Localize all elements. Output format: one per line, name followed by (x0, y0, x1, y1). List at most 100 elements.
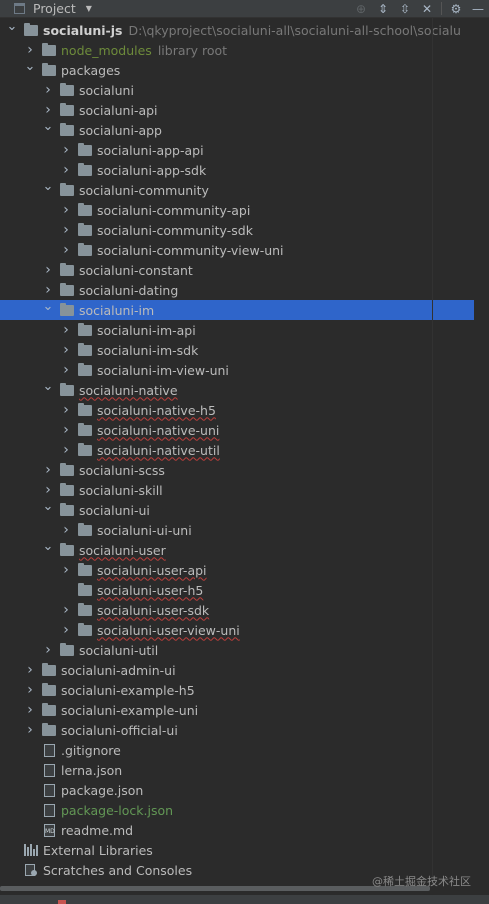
tree-row[interactable]: › socialuni-native-uni (0, 420, 432, 440)
tree-row[interactable]: ⌄ socialuni-community (0, 179, 432, 200)
chevron-right-icon[interactable]: › (60, 362, 72, 378)
tree-row[interactable]: › socialuni-im-view-uni (0, 360, 432, 380)
watermark: @稀土掘金技术社区 (372, 875, 471, 888)
folder-icon (78, 322, 92, 336)
chevron-right-icon[interactable]: › (24, 722, 36, 738)
tree-row[interactable]: › socialuni-app-sdk (0, 160, 432, 180)
tree-row[interactable]: › socialuni-api (0, 100, 432, 120)
tree-row[interactable]: › node_modules library root (0, 40, 432, 60)
chevron-right-icon[interactable]: › (60, 442, 72, 458)
tree-row[interactable]: › socialuni-im-sdk (0, 340, 432, 360)
chevron-down-icon[interactable]: ⌄ (24, 59, 36, 74)
chevron-right-icon[interactable]: › (60, 422, 72, 438)
chevron-right-icon[interactable]: › (60, 402, 72, 418)
chevron-right-icon[interactable]: › (60, 322, 72, 338)
project-window-icon (14, 3, 25, 14)
tree-row[interactable]: › socialuni-native-util (0, 440, 432, 460)
tree-row[interactable]: ›lerna.json (0, 760, 432, 780)
folder-icon (78, 142, 92, 156)
tree-row[interactable]: ⌄ packages (0, 59, 432, 80)
minimize-icon[interactable]: — (467, 0, 489, 17)
tree-row[interactable]: ›package.json (0, 780, 432, 800)
tree-row[interactable]: › socialuni-scss (0, 460, 432, 480)
tree-row[interactable]: › socialuni-admin-ui (0, 660, 432, 680)
header-toolbar: ⊕ ⇕ ⇳ ✕ ⚙ — (350, 0, 489, 17)
chevron-right-icon[interactable]: › (42, 82, 54, 98)
tree-row[interactable]: ›Scratches and Consoles (0, 860, 432, 880)
tree-row[interactable]: ⌄ socialuni-js D:\qkyproject\socialuni-all… (0, 19, 461, 40)
chevron-right-icon[interactable]: › (60, 622, 72, 638)
chevron-right-icon[interactable]: › (60, 602, 72, 618)
chevron-down-icon[interactable]: ⌄ (42, 499, 54, 514)
tree-row[interactable]: ⌄ socialuni-user (0, 539, 432, 560)
tree-row[interactable]: ›MDreadme.md (0, 820, 432, 840)
chevron-right-icon[interactable]: › (60, 162, 72, 178)
gear-icon[interactable]: ⚙ (445, 0, 467, 17)
chevron-right-icon[interactable]: › (60, 142, 72, 158)
tree-row[interactable]: › socialuni-example-h5 (0, 680, 432, 700)
chevron-down-icon[interactable]: ⌄ (42, 539, 54, 554)
chevron-down-icon[interactable]: ⌄ (42, 379, 54, 394)
tree-row[interactable]: › socialuni-user-view-uni (0, 620, 432, 640)
tree-row[interactable]: › socialuni-native-h5 (0, 400, 432, 420)
chevron-right-icon[interactable]: › (24, 662, 36, 678)
folder-icon (60, 462, 74, 476)
tree-row[interactable]: › socialuni-user-api (0, 560, 432, 580)
tree-row[interactable]: ›socialuni-user-h5 (0, 580, 432, 600)
chevron-down-icon[interactable]: ⌄ (42, 119, 54, 134)
tree-row-label: socialuni-example-uni (61, 702, 199, 718)
close-tab-icon[interactable]: ✕ (416, 0, 438, 17)
chevron-right-icon[interactable]: › (60, 342, 72, 358)
tree-row[interactable]: ›External Libraries (0, 840, 432, 860)
error-indicator-icon (58, 900, 66, 904)
chevron-down-icon[interactable]: ⌄ (42, 299, 54, 314)
tree-row[interactable]: › socialuni-official-ui (0, 720, 432, 740)
tree-row[interactable]: › socialuni-community-sdk (0, 220, 432, 240)
chevron-right-icon[interactable]: › (24, 42, 36, 58)
tree-row[interactable]: › socialuni-user-sdk (0, 600, 432, 620)
tree-row[interactable]: ›.gitignore (0, 740, 432, 760)
tree-row[interactable]: › socialuni-ui-uni (0, 520, 432, 540)
folder-icon (78, 602, 92, 616)
chevron-right-icon[interactable]: › (24, 702, 36, 718)
tree-row[interactable]: › socialuni-im-api (0, 320, 432, 340)
folder-icon (78, 422, 92, 436)
tree-row[interactable]: ⌄ socialuni-ui (0, 499, 432, 520)
tree-row-label: packages (61, 62, 121, 78)
chevron-down-icon[interactable]: ⌄ (42, 179, 54, 194)
horizontal-scrollbar[interactable] (0, 886, 430, 891)
chevron-right-icon[interactable]: › (42, 462, 54, 478)
tree-row[interactable]: ›package-lock.json (0, 800, 432, 820)
chevron-right-icon[interactable]: › (60, 242, 72, 258)
tree-row[interactable]: › socialuni-dating (0, 280, 432, 300)
chevron-right-icon[interactable]: › (60, 222, 72, 238)
tree-row[interactable]: › socialuni-util (0, 640, 432, 660)
tree-row[interactable]: › socialuni (0, 80, 432, 100)
tree-row[interactable]: ⌄ socialuni-im (0, 299, 474, 320)
tree-row-label: socialuni-native-uni (97, 422, 220, 438)
chevron-down-icon[interactable]: ⌄ (6, 19, 18, 34)
chevron-right-icon[interactable]: › (42, 642, 54, 658)
chevron-right-icon[interactable]: › (60, 522, 72, 538)
collapse-all-icon[interactable]: ⇳ (394, 0, 416, 17)
chevron-down-icon[interactable]: ▼ (86, 4, 92, 13)
tree-row[interactable]: › socialuni-example-uni (0, 700, 432, 720)
tree-row[interactable]: › socialuni-app-api (0, 140, 432, 160)
chevron-right-icon[interactable]: › (42, 102, 54, 118)
chevron-right-icon[interactable]: › (60, 202, 72, 218)
panel-title[interactable]: Project (33, 1, 76, 16)
tree-row[interactable]: › socialuni-community-api (0, 200, 432, 220)
chevron-right-icon[interactable]: › (24, 682, 36, 698)
expand-all-icon[interactable]: ⇕ (372, 0, 394, 17)
tree-row[interactable]: › socialuni-constant (0, 260, 432, 280)
chevron-right-icon[interactable]: › (42, 482, 54, 498)
tree-row[interactable]: ⌄ socialuni-app (0, 119, 432, 140)
chevron-right-icon[interactable]: › (42, 262, 54, 278)
chevron-right-icon[interactable]: › (42, 282, 54, 298)
chevron-right-icon[interactable]: › (60, 562, 72, 578)
tree-row[interactable]: ⌄ socialuni-native (0, 379, 432, 400)
tree-row-label: socialuni-user-api (97, 562, 207, 578)
tree-row[interactable]: › socialuni-skill (0, 480, 432, 500)
target-icon[interactable]: ⊕ (350, 0, 372, 17)
tree-row[interactable]: › socialuni-community-view-uni (0, 240, 432, 260)
